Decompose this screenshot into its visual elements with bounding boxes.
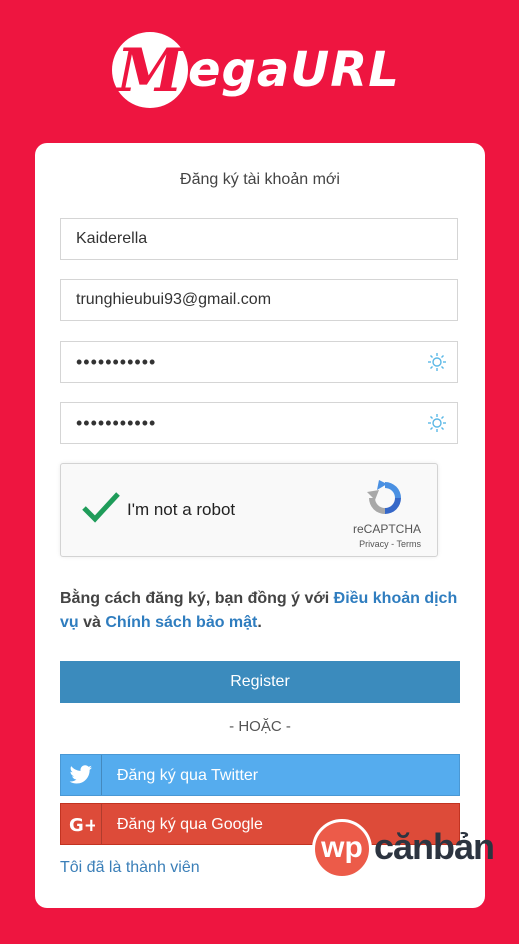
email-input[interactable]: trunghieubui93@gmail.com: [60, 279, 458, 321]
already-member-link[interactable]: Tôi đã là thành viên: [60, 859, 200, 877]
terms-suffix: .: [257, 614, 262, 631]
megaurl-logo: M egaURL: [112, 32, 412, 108]
eye-icon[interactable]: [427, 413, 447, 433]
terms-prefix: Bằng cách đăng ký, bạn đồng ý với: [60, 590, 334, 607]
eye-icon[interactable]: [427, 352, 447, 372]
username-value: Kaiderella: [76, 230, 148, 247]
check-icon[interactable]: [81, 490, 121, 524]
register-button[interactable]: Register: [60, 661, 460, 703]
register-card: Đăng ký tài khoản mới Kaiderella trunghi…: [35, 143, 485, 908]
username-input[interactable]: Kaiderella: [60, 218, 458, 260]
watermark-logo: wp: [312, 819, 372, 879]
wpcanban-watermark: wp cănbản: [308, 815, 508, 885]
recaptcha-brand: reCAPTCHA: [352, 522, 421, 536]
twitter-signup-label: Đăng ký qua Twitter: [117, 767, 259, 784]
recaptcha-widget: I'm not a robot reCAPTCHA Privacy - Term…: [60, 463, 438, 557]
privacy-policy-link[interactable]: Chính sách bảo mật: [105, 614, 257, 631]
password-value: •••••••••••: [76, 352, 157, 372]
recaptcha-links[interactable]: Privacy - Terms: [359, 539, 421, 549]
twitter-icon: [61, 755, 102, 795]
form-title: Đăng ký tài khoản mới: [180, 171, 340, 188]
terms-notice: Bằng cách đăng ký, bạn đồng ý với Điều k…: [60, 587, 460, 635]
password-input[interactable]: •••••••••••: [60, 341, 458, 383]
logo-mark: M: [112, 32, 188, 108]
confirm-password-input[interactable]: •••••••••••: [60, 402, 458, 444]
captcha-label: I'm not a robot: [127, 500, 236, 519]
twitter-signup-button[interactable]: Đăng ký qua Twitter: [60, 754, 460, 796]
terms-middle: và: [78, 614, 106, 631]
confirm-password-value: •••••••••••: [76, 413, 157, 433]
email-value: trunghieubui93@gmail.com: [76, 291, 272, 308]
watermark-text: cănbản: [374, 826, 495, 867]
google-signup-label: Đăng ký qua Google: [117, 816, 263, 833]
logo-text: egaURL: [188, 42, 400, 98]
recaptcha-icon: [367, 480, 401, 514]
svg-text:G+: G+: [69, 815, 95, 834]
google-plus-icon: G+: [61, 804, 102, 844]
or-divider: - HOẶC -: [229, 718, 291, 735]
